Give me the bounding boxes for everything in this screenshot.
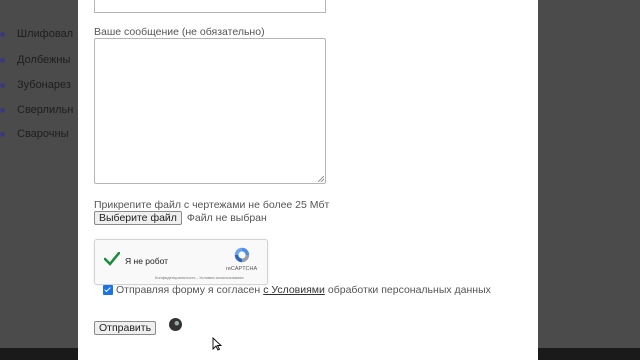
bullet-icon	[0, 83, 5, 88]
file-label: Прикрепите файл с чертежами не более 25 …	[94, 199, 330, 211]
choose-file-button[interactable]: Выберите файл	[94, 211, 182, 225]
recaptcha-widget: Я не робот reCAPTCHA Конфиденциальность …	[94, 239, 268, 285]
file-status: Файл не выбран	[186, 212, 267, 224]
loading-spinner-icon	[169, 318, 182, 331]
consent-row: Отправляя форму я согласен с Условиями о…	[103, 284, 491, 296]
checkmark-icon[interactable]	[104, 252, 120, 266]
bg-menu-label: Шлифовал	[17, 28, 74, 40]
consent-text-end: обработки персональных данных	[327, 284, 491, 296]
bg-menu-item: Зубонарез	[0, 79, 90, 95]
bg-menu-item: Долбежны	[0, 54, 90, 70]
recaptcha-logo-icon	[234, 247, 250, 263]
bullet-icon	[0, 32, 5, 37]
bg-menu-label: Сварочны	[17, 128, 69, 140]
recaptcha-label: Я не робот	[125, 256, 169, 266]
consent-checkbox[interactable]	[103, 285, 113, 295]
submit-button[interactable]: Отправить	[94, 321, 157, 335]
terms-link[interactable]: с Условиями	[263, 284, 325, 296]
bullet-icon	[0, 108, 5, 113]
file-input: Выберите файл Файл не выбран	[94, 211, 267, 225]
message-label: Ваше сообщение (не обязательно)	[94, 26, 265, 38]
bg-menu-label: Сверлильн	[17, 104, 74, 116]
recaptcha-brand: reCAPTCHA	[226, 266, 258, 272]
bg-menu-item: Сверлильн	[0, 104, 90, 120]
mouse-cursor-icon	[212, 337, 222, 351]
resize-handle-icon[interactable]	[318, 176, 324, 182]
consent-text: Отправляя форму я согласен	[116, 284, 261, 296]
bg-menu-item: Сварочны	[0, 128, 90, 144]
request-form-modal: Ваше сообщение (не обязательно) Прикрепи…	[78, 0, 538, 360]
bullet-icon	[0, 132, 5, 137]
bg-menu-label: Зубонарез	[17, 79, 71, 91]
previous-input-field[interactable]	[94, 0, 326, 13]
bg-menu-label: Долбежны	[17, 54, 71, 66]
bg-menu-item: Шлифовал	[0, 28, 90, 44]
recaptcha-links[interactable]: Конфиденциальность - Условия использован…	[155, 275, 244, 280]
message-textarea[interactable]	[94, 38, 326, 184]
bullet-icon	[0, 58, 5, 63]
